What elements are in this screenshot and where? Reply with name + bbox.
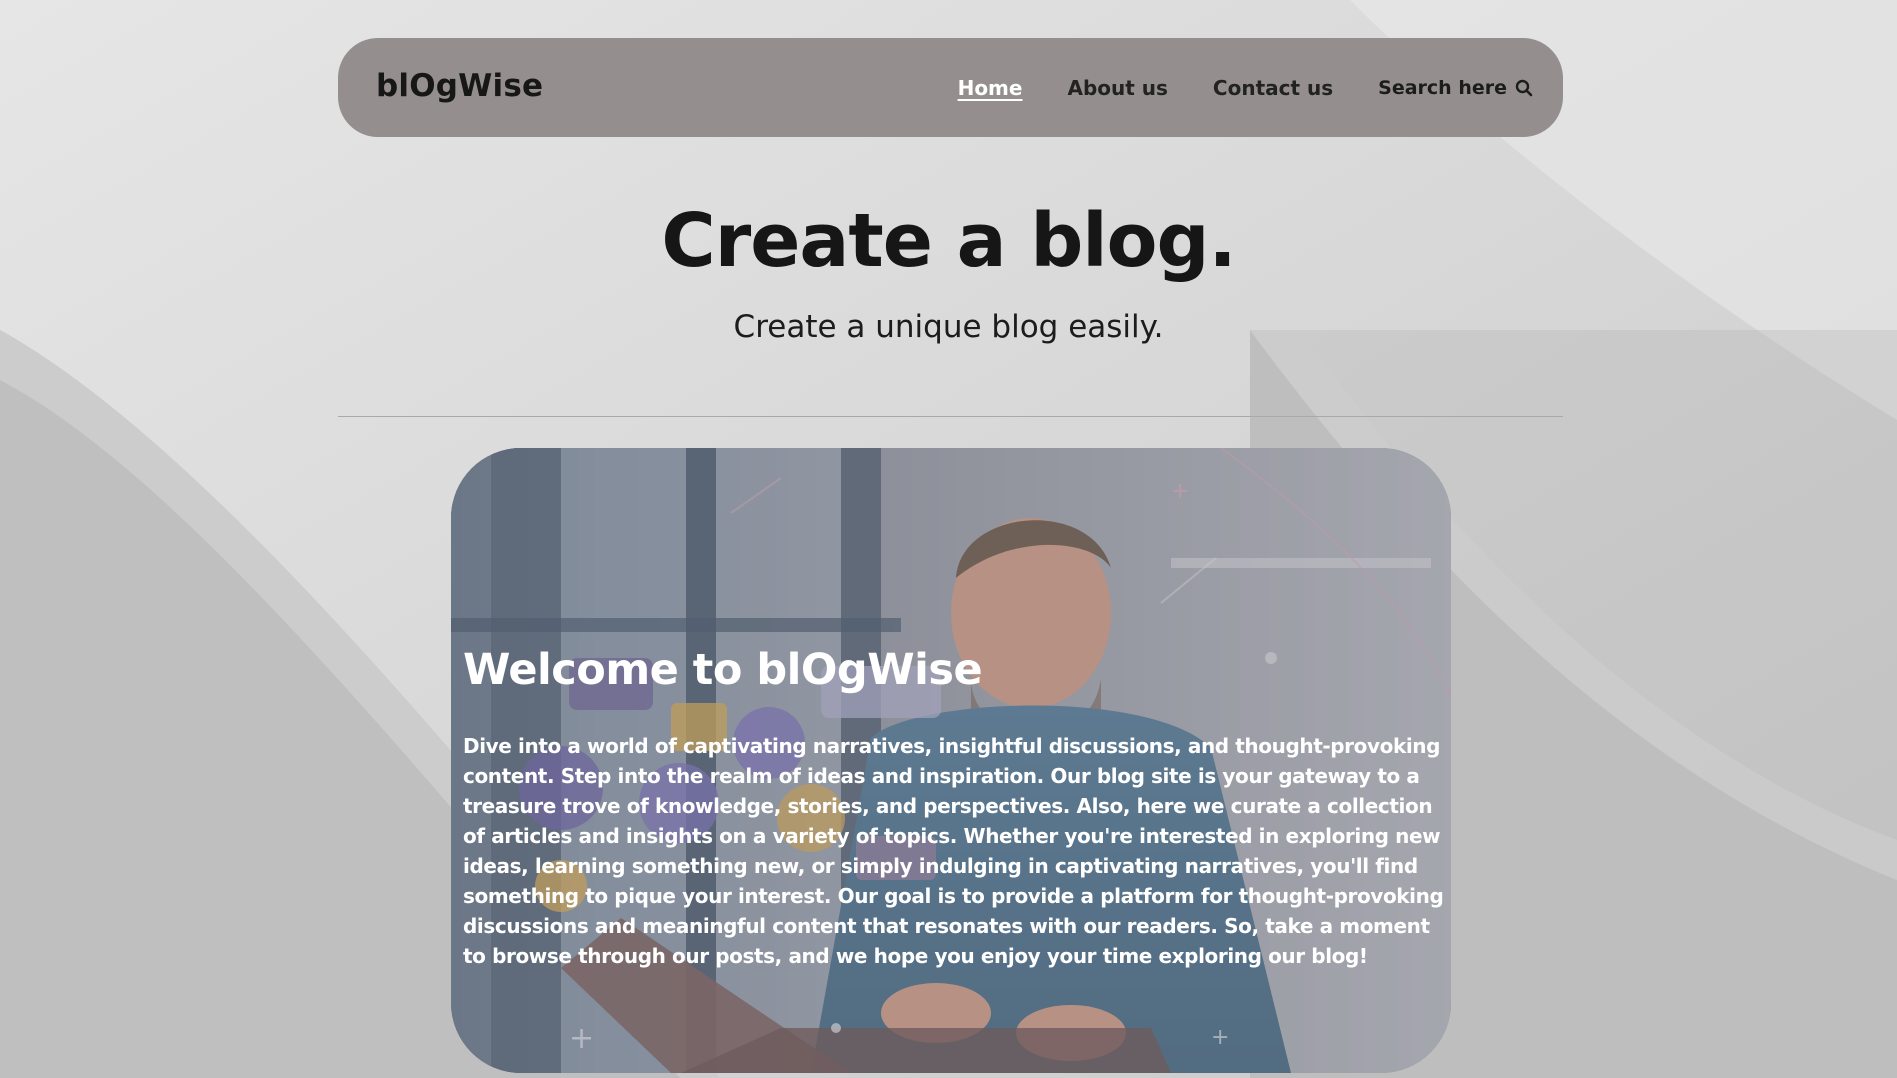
nav-link-home[interactable]: Home xyxy=(958,76,1023,100)
card-text: Dive into a world of captivating narrati… xyxy=(463,734,1444,968)
search-button[interactable]: Search here xyxy=(1378,77,1533,99)
hero-title: Create a blog. xyxy=(661,198,1236,284)
card-title: Welcome to blOgWise xyxy=(463,645,983,695)
search-icon xyxy=(1515,79,1533,97)
nav-link-contact[interactable]: Contact us xyxy=(1213,76,1333,100)
divider xyxy=(338,416,1563,417)
brand-logo[interactable]: blOgWise xyxy=(376,68,543,104)
nav-link-about[interactable]: About us xyxy=(1067,76,1167,100)
hero-subtitle: Create a unique blog easily. xyxy=(733,309,1164,345)
nav-links: Home About us Contact us Search here xyxy=(913,38,1533,137)
welcome-card: + + + Welcome to blOgWise Dive into a wo… xyxy=(451,448,1451,1073)
search-label: Search here xyxy=(1378,76,1507,99)
navbar: blOgWise Home About us Contact us Search… xyxy=(338,38,1563,137)
